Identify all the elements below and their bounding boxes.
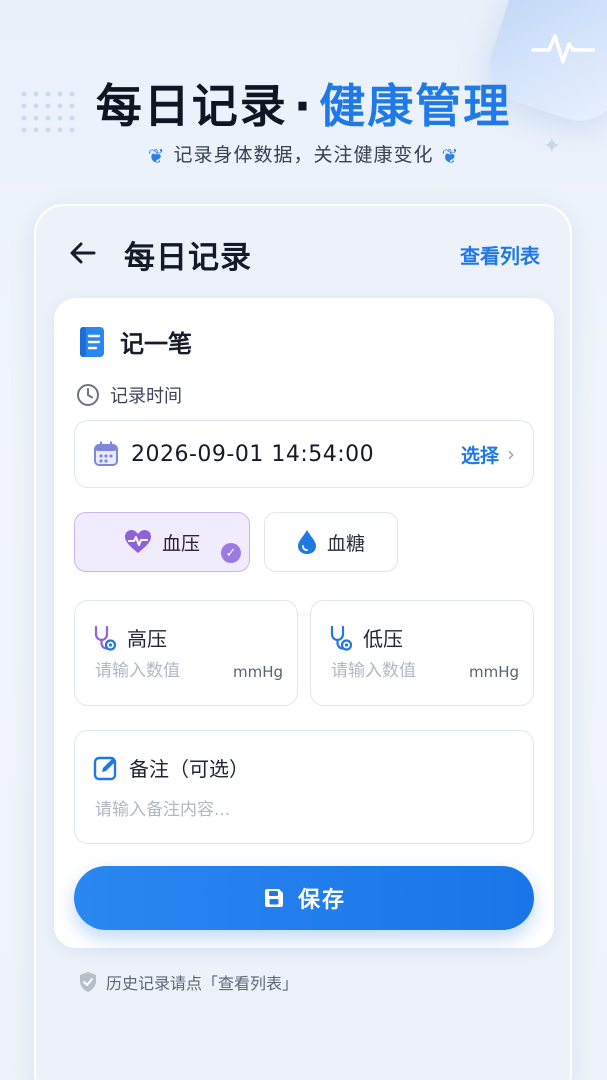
clock-icon xyxy=(77,384,99,406)
stethoscope-icon xyxy=(94,625,117,651)
calendar-icon xyxy=(94,441,118,466)
time-label-row: 记录时间 xyxy=(76,382,182,408)
diastolic-header: 低压 xyxy=(327,623,403,652)
time-picker-field[interactable]: 2026-09-01 14:54:00 选择 › xyxy=(74,420,534,488)
back-button[interactable] xyxy=(66,236,100,270)
systolic-box: 高压 mmHg xyxy=(74,600,298,706)
save-button[interactable]: 保存 xyxy=(74,866,534,930)
banner-title-part2: 健康管理 xyxy=(319,79,512,133)
drop-icon xyxy=(297,530,316,554)
record-panel: 每日记录 查看列表 记一笔 记录时间 2026-09-01 14:54:00 选… xyxy=(34,204,572,1080)
systolic-input[interactable] xyxy=(95,661,225,681)
view-list-link[interactable]: 查看列表 xyxy=(460,240,540,269)
history-hint-text: 历史记录请点「查看列表」 xyxy=(106,974,299,993)
banner-title-separator: · xyxy=(293,79,314,133)
systolic-unit: mmHg xyxy=(232,663,283,681)
diastolic-unit: mmHg xyxy=(468,663,519,681)
banner-title: 每日记录 · 健康管理 xyxy=(0,70,607,136)
tab-blood-sugar[interactable]: 血糖 xyxy=(264,512,398,572)
notebook-icon xyxy=(80,326,104,357)
save-button-label: 保存 xyxy=(297,888,346,913)
stethoscope-icon xyxy=(330,625,353,651)
tab-blood-pressure[interactable]: 血压 ✓ xyxy=(74,512,250,572)
blood-pressure-inputs: 高压 mmHg 低压 xyxy=(74,600,534,706)
laurel-right-icon: ❦ xyxy=(441,144,460,168)
systolic-header: 高压 xyxy=(91,623,167,652)
time-label: 记录时间 xyxy=(110,386,182,407)
history-hint: 历史记录请点「查看列表」 xyxy=(78,970,298,994)
chevron-right-icon: › xyxy=(507,442,515,466)
remark-box: 备注（可选） xyxy=(74,730,534,844)
pulse-icon xyxy=(531,34,595,64)
heart-pulse-icon xyxy=(124,530,151,553)
banner-subtitle: 记录身体数据，关注健康变化 xyxy=(173,144,434,166)
remark-header: 备注（可选） xyxy=(93,753,249,782)
remark-input[interactable] xyxy=(95,795,515,831)
edit-note-icon xyxy=(93,756,117,780)
record-form-card: 记一笔 记录时间 2026-09-01 14:54:00 选择 › 血压 ✓ 血… xyxy=(54,298,554,948)
remark-label: 备注（可选） xyxy=(129,757,249,781)
check-icon: ✓ xyxy=(221,543,241,563)
diastolic-input[interactable] xyxy=(331,661,461,681)
section-header: 记一笔 xyxy=(78,324,192,359)
page: ✦ 每日记录 · 健康管理 ❦ 记录身体数据，关注健康变化 ❦ 每日记录 查看列表 xyxy=(0,0,607,1080)
record-type-tabs: 血压 ✓ 血糖 xyxy=(74,512,398,572)
section-title: 记一笔 xyxy=(120,330,192,358)
tab-blood-pressure-label: 血压 xyxy=(161,532,200,555)
banner-subtitle-row: ❦ 记录身体数据，关注健康变化 ❦ xyxy=(0,140,607,168)
time-select-button[interactable]: 选择 xyxy=(461,441,499,468)
systolic-label: 高压 xyxy=(127,627,167,651)
top-bar: 每日记录 查看列表 xyxy=(36,206,570,298)
banner-title-part1: 每日记录 xyxy=(95,79,288,133)
diastolic-box: 低压 mmHg xyxy=(310,600,534,706)
arrow-left-icon xyxy=(70,242,96,264)
tab-blood-sugar-label: 血糖 xyxy=(326,532,365,555)
laurel-left-icon: ❦ xyxy=(147,144,166,168)
diastolic-label: 低压 xyxy=(363,627,403,651)
time-value: 2026-09-01 14:54:00 xyxy=(131,441,375,467)
save-icon xyxy=(264,889,283,907)
shield-check-icon xyxy=(80,972,96,992)
page-title: 每日记录 xyxy=(124,240,252,276)
